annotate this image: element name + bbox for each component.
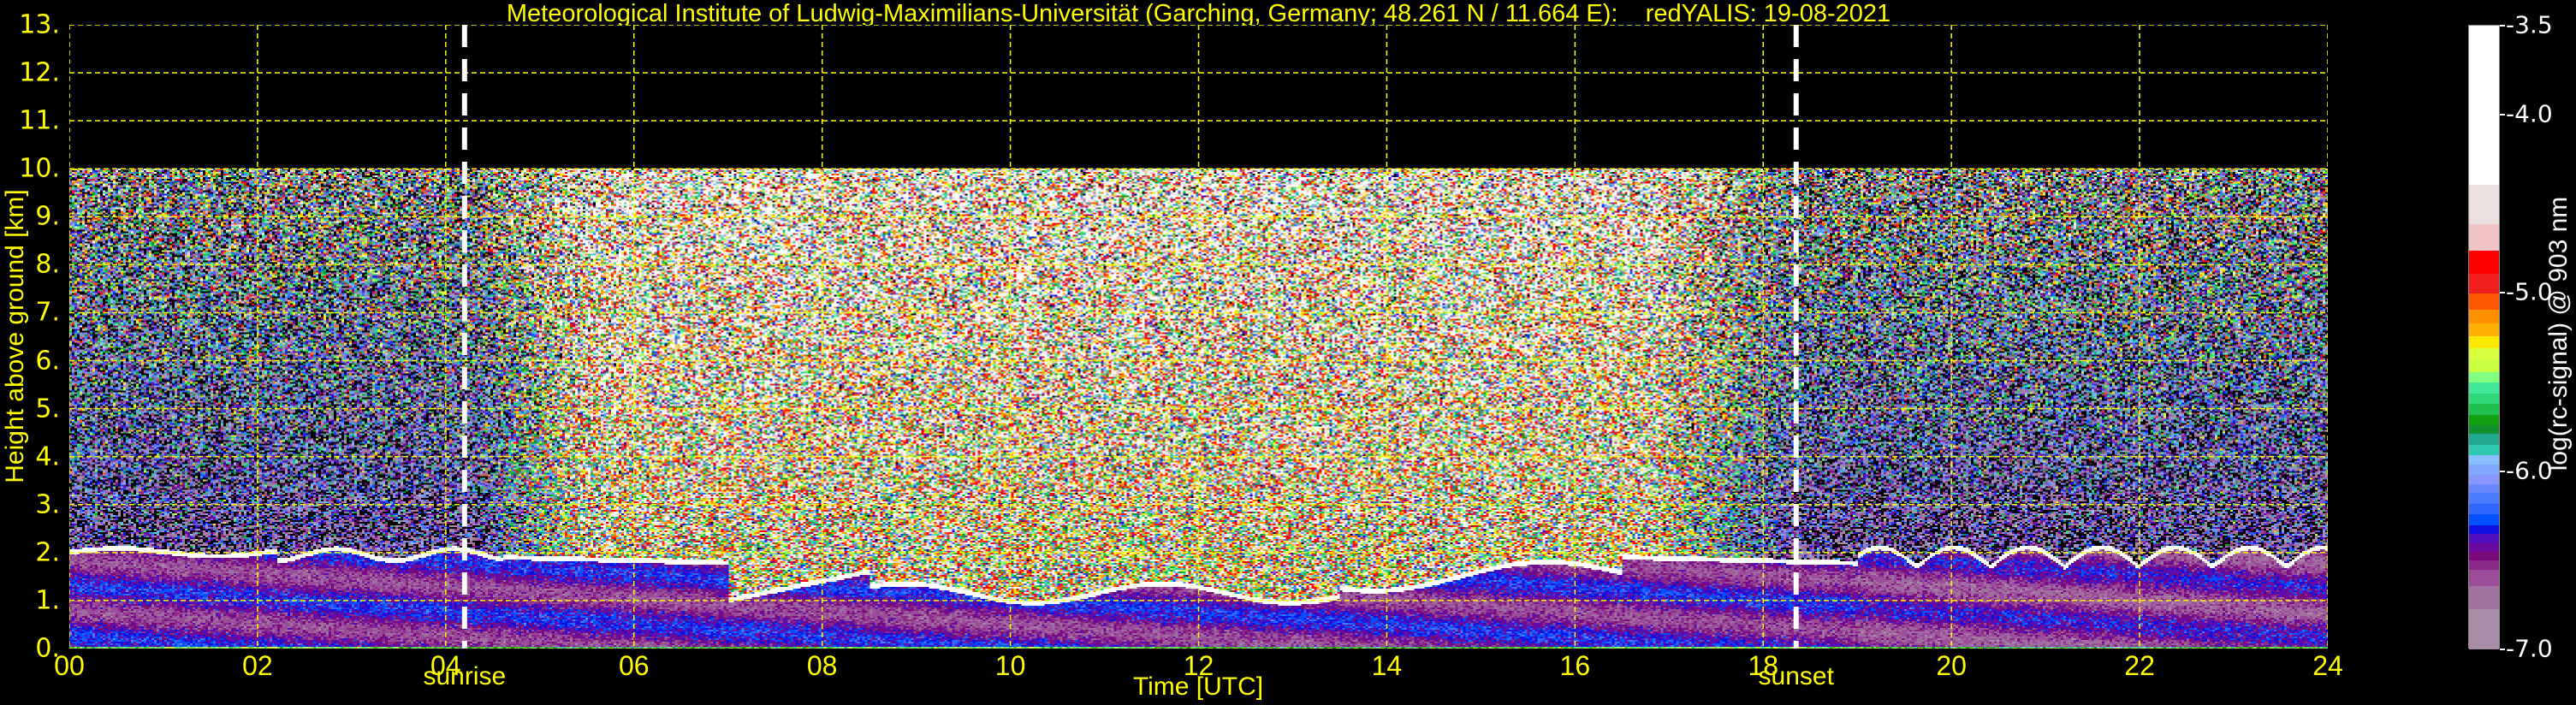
y-tick-label: 1.: [35, 585, 60, 616]
colorbar-tick-mark: [2500, 25, 2505, 27]
colorbar-segment: [2469, 358, 2499, 372]
x-tick-label: 02: [242, 650, 273, 681]
colorbar-segment: [2469, 444, 2499, 456]
colorbar-segment: [2469, 223, 2499, 251]
x-tick-label: 24: [2312, 650, 2343, 681]
x-tick-label: 10: [994, 650, 1026, 681]
colorbar-segment: [2469, 414, 2499, 426]
colorbar-segment: [2469, 371, 2499, 383]
colorbar-segment: [2469, 503, 2499, 515]
colorbar-segment: [2469, 585, 2499, 609]
y-tick-label: 4.: [35, 441, 60, 472]
x-tick-label: 08: [806, 650, 838, 681]
y-tick-label: 8.: [35, 249, 60, 280]
y-tick-label: 9.: [35, 201, 60, 232]
y-tick-label: 10.: [19, 153, 60, 184]
colorbar-segment: [2469, 569, 2499, 586]
y-tick-label: 5.: [35, 394, 60, 424]
colorbar-segment: [2469, 250, 2499, 274]
colorbar-tick-mark: [2500, 470, 2505, 472]
x-tick-label: 20: [1936, 650, 1967, 681]
colorbar-segment: [2469, 533, 2499, 543]
sunset-label: sunset: [1758, 662, 1834, 690]
colorbar-segment: [2469, 424, 2499, 435]
colorbar-segment: [2469, 483, 2499, 494]
y-axis-label: Height above ground [km]: [1, 189, 29, 483]
sunrise-label: sunrise: [423, 662, 507, 690]
y-tick-label: 3.: [35, 489, 60, 520]
y-tick-label: 6.: [35, 346, 60, 376]
colorbar-tick-label: -3.5: [2506, 10, 2553, 39]
colorbar-tick-label: -7.0: [2506, 634, 2553, 663]
colorbar-segment: [2469, 403, 2499, 415]
x-tick-label: 00: [54, 650, 85, 681]
plot-area: [69, 25, 2328, 649]
x-tick-label: 06: [618, 650, 650, 681]
colorbar-tick-label: -4.0: [2506, 99, 2553, 128]
x-tick-label: 22: [2124, 650, 2155, 681]
colorbar-segment: [2469, 433, 2499, 445]
colorbar-segment: [2469, 524, 2499, 535]
colorbar-segment: [2469, 347, 2499, 359]
colorbar-segment: [2469, 184, 2499, 224]
grid-overlay: [69, 25, 2328, 649]
colorbar-tick-mark: [2500, 292, 2505, 294]
colorbar-segment: [2469, 474, 2499, 484]
colorbar-segment: [2469, 335, 2499, 349]
colorbar-tick-mark: [2500, 649, 2505, 650]
colorbar-segment: [2469, 513, 2499, 525]
colorbar-segment: [2469, 492, 2499, 504]
colorbar-segment: [2469, 273, 2499, 293]
colorbar-segment: [2469, 293, 2499, 310]
y-tick-label: 11.: [19, 105, 60, 136]
colorbar-segment: [2469, 382, 2499, 394]
colorbar-label: log(rc-signal) @ 903 nm: [2544, 196, 2573, 471]
colorbar-segment: [2469, 608, 2499, 650]
x-axis-label: Time [UTC]: [1132, 672, 1264, 701]
colorbar-segment: [2469, 26, 2499, 185]
y-tick-label: 12.: [19, 57, 60, 88]
colorbar-segment: [2469, 464, 2499, 476]
colorbar-segment: [2469, 393, 2499, 405]
y-tick-label: 2.: [35, 537, 60, 568]
colorbar: [2468, 25, 2500, 650]
colorbar-segment: [2469, 454, 2499, 465]
colorbar-segment: [2469, 542, 2499, 552]
x-tick-label: 16: [1559, 650, 1591, 681]
y-tick-label: 13.: [19, 9, 60, 40]
colorbar-segment: [2469, 309, 2499, 324]
x-tick-label: 14: [1371, 650, 1403, 681]
y-tick-label: 7.: [35, 297, 60, 328]
colorbar-segment: [2469, 560, 2499, 570]
colorbar-segment: [2469, 551, 2499, 561]
colorbar-segment: [2469, 323, 2499, 336]
colorbar-tick-mark: [2500, 114, 2505, 116]
